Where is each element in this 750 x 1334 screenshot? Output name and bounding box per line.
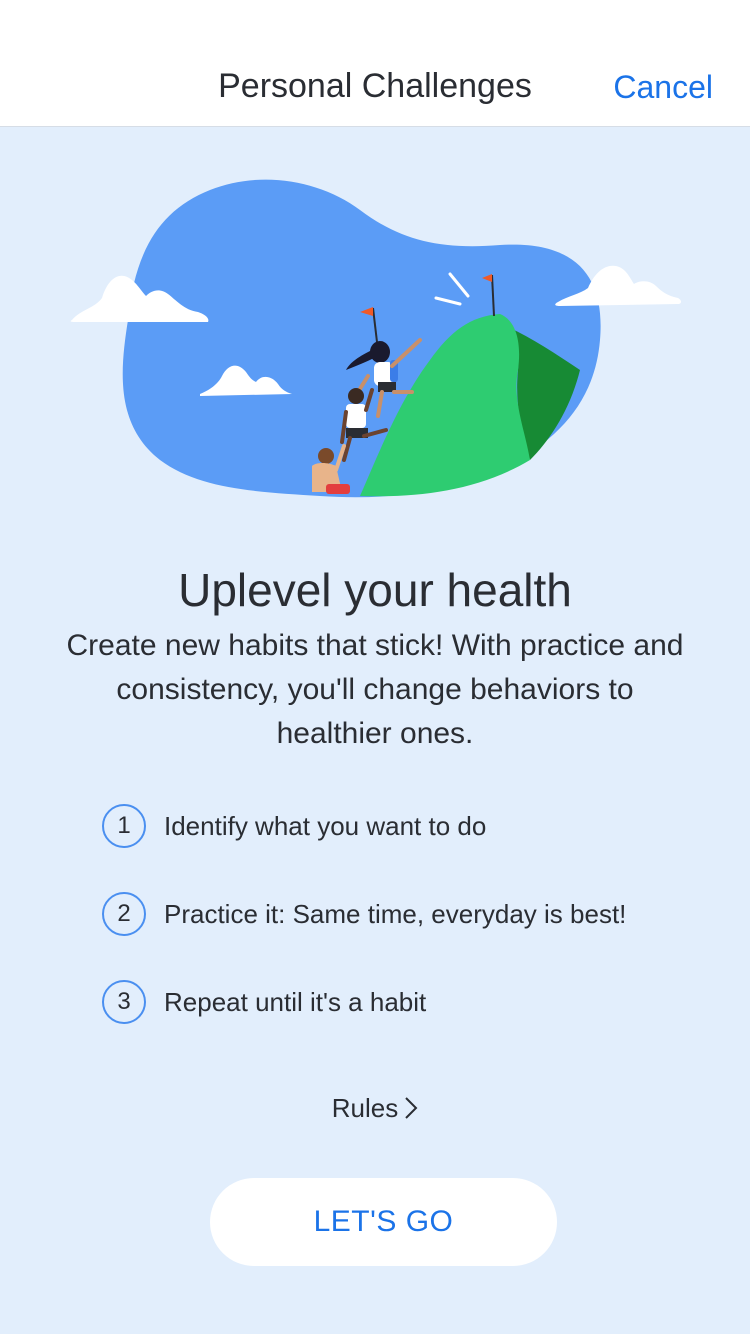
cancel-button[interactable]: Cancel	[613, 66, 713, 108]
lets-go-button[interactable]: LET'S GO	[210, 1178, 557, 1266]
list-item: 3 Repeat until it's a habit	[102, 978, 702, 1026]
rules-link[interactable]: Rules	[0, 1090, 750, 1126]
rules-label: Rules	[331, 1093, 399, 1123]
list-item: 2 Practice it: Same time, everyday is be…	[102, 890, 702, 938]
step-number-badge: 2	[102, 892, 146, 936]
list-item: 1 Identify what you want to do	[102, 802, 702, 850]
step-number-badge: 1	[102, 804, 146, 848]
steps-list: 1 Identify what you want to do 2 Practic…	[102, 802, 702, 1066]
step-text: Repeat until it's a habit	[164, 986, 427, 1017]
description: Create new habits that stick! With pract…	[66, 629, 684, 750]
mountain-climbing-illustration	[70, 179, 681, 498]
navigation-bar: Personal Challenges Cancel	[0, 0, 750, 127]
step-text: Practice it: Same time, everyday is best…	[164, 898, 627, 929]
chevron-right-icon	[405, 1097, 418, 1119]
step-text: Identify what you want to do	[164, 810, 487, 841]
step-number-badge: 3	[102, 980, 146, 1024]
headline: Uplevel your health	[178, 564, 572, 616]
